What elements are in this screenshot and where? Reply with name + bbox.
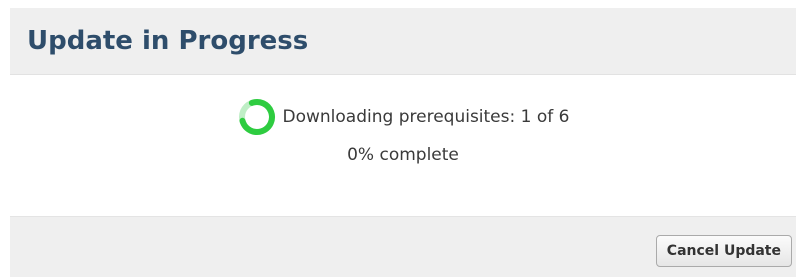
dialog-title: Update in Progress (27, 26, 309, 56)
cancel-update-button[interactable]: Cancel Update (655, 235, 792, 267)
progress-percent: 0% complete (347, 145, 459, 165)
loading-spinner-icon (238, 99, 275, 135)
update-dialog: Update in Progress Downloading prerequis… (0, 0, 796, 277)
status-text: Downloading prerequisites: 1 of 6 (282, 107, 570, 127)
dialog-footer: Cancel Update (10, 216, 796, 277)
status-row: Downloading prerequisites: 1 of 6 (10, 97, 796, 137)
dialog-header: Update in Progress (10, 8, 796, 75)
dialog-body: Downloading prerequisites: 1 of 6 0% com… (10, 75, 796, 216)
